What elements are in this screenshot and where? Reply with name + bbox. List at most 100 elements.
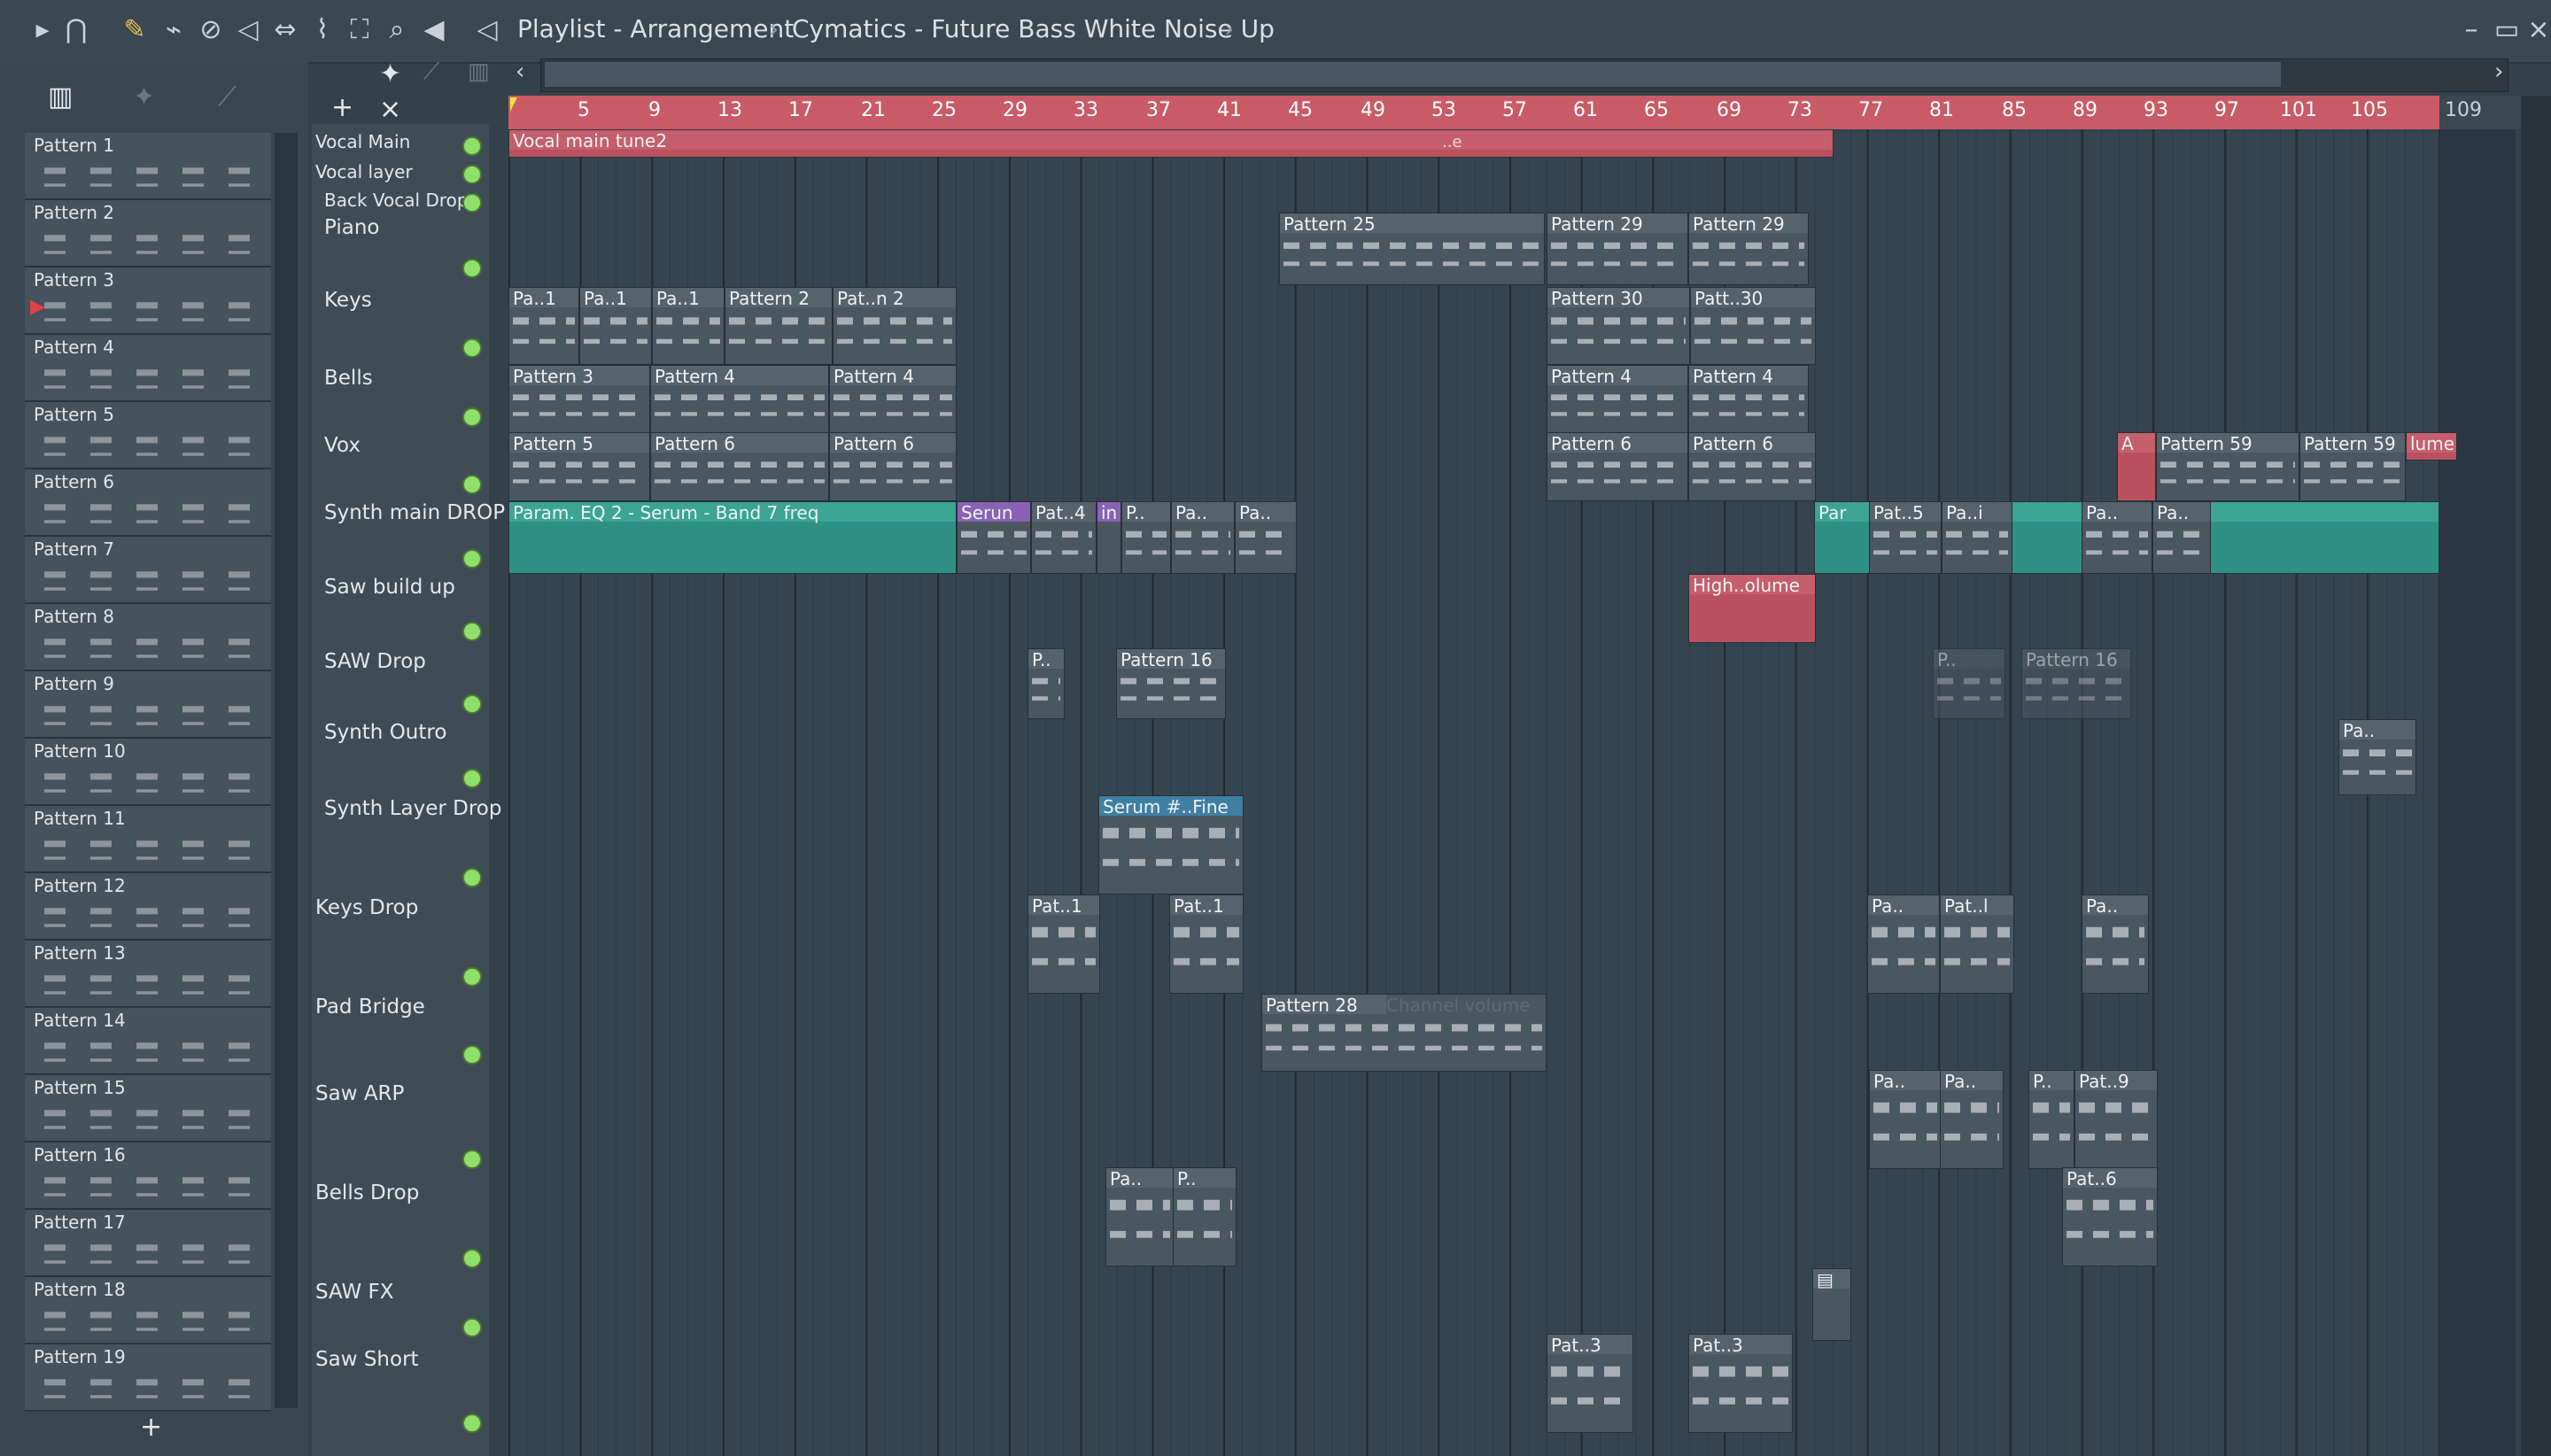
scroll-left-icon[interactable]: ‹: [516, 58, 524, 85]
maximize-icon[interactable]: ▭: [2489, 12, 2524, 48]
clip-pattern[interactable]: Pa..1: [579, 287, 652, 365]
clip-pattern[interactable]: Pattern 29: [1547, 213, 1688, 285]
list-item[interactable]: Pattern 13: [25, 941, 271, 1008]
clip-pattern[interactable]: Pattern 4: [829, 365, 957, 434]
track-mute-dot[interactable]: [462, 622, 482, 641]
clip-pattern[interactable]: Pattern 28 Channel volume: [1261, 994, 1547, 1072]
slice-icon[interactable]: ⌇: [305, 12, 340, 48]
add-pattern-icon[interactable]: +: [140, 1412, 162, 1443]
clip-pattern[interactable]: Pa..1: [508, 287, 579, 365]
track-header[interactable]: Pad Bridge: [312, 995, 489, 1082]
track-mute-dot[interactable]: [462, 338, 482, 358]
zoom-icon[interactable]: ⌕: [379, 12, 415, 48]
track-mute-dot[interactable]: [462, 1150, 482, 1169]
clip-automation[interactable]: lume: [2406, 432, 2457, 461]
clip-pattern[interactable]: Pa..: [2152, 501, 2211, 574]
curve-icon[interactable]: ⟋: [423, 58, 439, 86]
list-item[interactable]: Pattern 3: [25, 267, 271, 335]
clip-pattern[interactable]: Pa..: [1235, 501, 1297, 574]
clip-pattern[interactable]: Pa..1: [652, 287, 725, 365]
clip-pattern[interactable]: P..: [1121, 501, 1171, 574]
clip-pattern[interactable]: Pa..: [2338, 719, 2416, 795]
track-header[interactable]: Keys Drop: [312, 896, 489, 995]
track-header[interactable]: SAW FX: [312, 1281, 489, 1348]
clip-pattern[interactable]: Pattern 16: [1116, 648, 1226, 719]
clip-pattern[interactable]: Pattern 59: [2156, 432, 2299, 501]
clip-pattern[interactable]: Pat..1: [1169, 895, 1244, 994]
list-item[interactable]: Pattern 15: [25, 1075, 271, 1142]
audio-icon[interactable]: ✦: [133, 81, 155, 112]
track-mute-dot[interactable]: [462, 407, 482, 427]
slip-icon[interactable]: ⇔: [268, 12, 303, 48]
timeline-ruler[interactable]: 5 9 13 17 21 25 29 33 37 41 45 49 53 57 …: [508, 96, 2439, 129]
add-track-icon[interactable]: +: [331, 92, 353, 123]
pattern-scrollbar[interactable]: [275, 133, 298, 1408]
clip-automation[interactable]: High..olume: [1688, 574, 1816, 643]
clip-pattern[interactable]: Pattern 4: [1688, 365, 1809, 434]
vertical-scrollbar[interactable]: [2521, 96, 2551, 1456]
list-item[interactable]: Pattern 5: [25, 402, 271, 469]
clip-pattern[interactable]: Pa..: [1940, 1070, 2004, 1169]
timeline-scroll-thumb[interactable]: [545, 62, 2281, 87]
clip-pattern[interactable]: Pat..5: [1869, 501, 1942, 574]
track-header[interactable]: Vocal layer: [312, 159, 489, 188]
clip-pattern[interactable]: Pattern 59: [2299, 432, 2406, 501]
list-item[interactable]: Pattern 7: [25, 537, 271, 604]
clip-pattern[interactable]: Pat..6: [2062, 1167, 2158, 1266]
clip-pattern[interactable]: Pattern 6: [1547, 432, 1688, 501]
track-header[interactable]: Back Vocal Drop: [312, 188, 489, 216]
automation-icon[interactable]: ⟋: [218, 81, 236, 112]
clip-pattern[interactable]: Pattern 30: [1547, 287, 1690, 365]
clip-pattern-muted[interactable]: Pattern 16: [2021, 648, 2131, 719]
track-header[interactable]: Piano: [312, 216, 489, 289]
breadcrumb-arrow-icon[interactable]: ›: [1224, 14, 1234, 43]
clip-pattern[interactable]: Pa..: [1867, 895, 1940, 994]
clip-pattern[interactable]: Pat..l: [1940, 895, 2014, 994]
clip-pattern[interactable]: Pattern 29: [1688, 213, 1809, 285]
list-item[interactable]: Pattern 8: [25, 604, 271, 671]
clip-pattern[interactable]: Pa..i: [1942, 501, 2012, 574]
clip-pattern[interactable]: Pattern 6: [829, 432, 957, 501]
list-item[interactable]: Pattern 10: [25, 739, 271, 806]
clip-vocal-main[interactable]: Vocal main tune2: [508, 129, 1834, 158]
list-item[interactable]: Pattern 14: [25, 1008, 271, 1075]
track-header[interactable]: Synth Outro: [312, 721, 489, 797]
clip-pattern[interactable]: Pa..: [1869, 1070, 1942, 1169]
clip-automation[interactable]: A: [2117, 432, 2156, 501]
track-mute-dot[interactable]: [462, 549, 482, 569]
clip-pattern[interactable]: Pattern 4: [650, 365, 829, 434]
scroll-right-icon[interactable]: ›: [2494, 58, 2503, 85]
clip-pattern[interactable]: Pat..n 2: [833, 287, 957, 365]
clip-pattern[interactable]: Pat..9: [2074, 1070, 2158, 1169]
pattern-list[interactable]: Pattern 1 Pattern 2 Pattern 3 Pattern 4 …: [25, 133, 271, 1412]
track-mute-dot[interactable]: [462, 165, 482, 184]
piano-roll-icon[interactable]: ▥: [48, 81, 73, 112]
list-item[interactable]: Pattern 18: [25, 1277, 271, 1344]
clip-pattern[interactable]: Pat..1: [1027, 895, 1100, 994]
snap-icon[interactable]: ✦: [379, 58, 401, 89]
clip-pattern[interactable]: Pat..4: [1031, 501, 1097, 574]
track-header[interactable]: Synth main DROP: [312, 501, 505, 576]
clip-pattern[interactable]: Patt..30: [1690, 287, 1816, 365]
list-item[interactable]: Pattern 12: [25, 873, 271, 941]
track-header[interactable]: Saw Short: [312, 1348, 489, 1447]
delete-icon[interactable]: ⊘: [193, 12, 229, 48]
clip-automation[interactable]: in: [1097, 501, 1121, 574]
clip-pattern[interactable]: ▤: [1812, 1268, 1851, 1341]
track-header[interactable]: Bells Drop: [312, 1181, 489, 1281]
list-item[interactable]: Pattern 19: [25, 1344, 271, 1412]
clip-pattern[interactable]: Pattern 3: [508, 365, 650, 434]
list-item[interactable]: Pattern 9: [25, 671, 271, 739]
list-item[interactable]: Pattern 11: [25, 806, 271, 873]
play-arrow-icon[interactable]: ▸: [25, 12, 60, 48]
clip-pattern[interactable]: Pattern 25: [1279, 213, 1545, 285]
mute-icon[interactable]: ◁: [230, 12, 266, 48]
clip-pattern[interactable]: Pa..: [2082, 895, 2149, 994]
track-mute-dot[interactable]: [462, 868, 482, 887]
track-header[interactable]: Saw ARP: [312, 1082, 489, 1181]
clip-pattern[interactable]: Pattern 6: [650, 432, 829, 501]
track-header[interactable]: Vox: [312, 434, 489, 501]
clip-pattern-muted[interactable]: P..: [1933, 648, 2005, 719]
playhead-marker-icon[interactable]: [510, 97, 517, 112]
track-mute-dot[interactable]: [462, 1318, 482, 1337]
